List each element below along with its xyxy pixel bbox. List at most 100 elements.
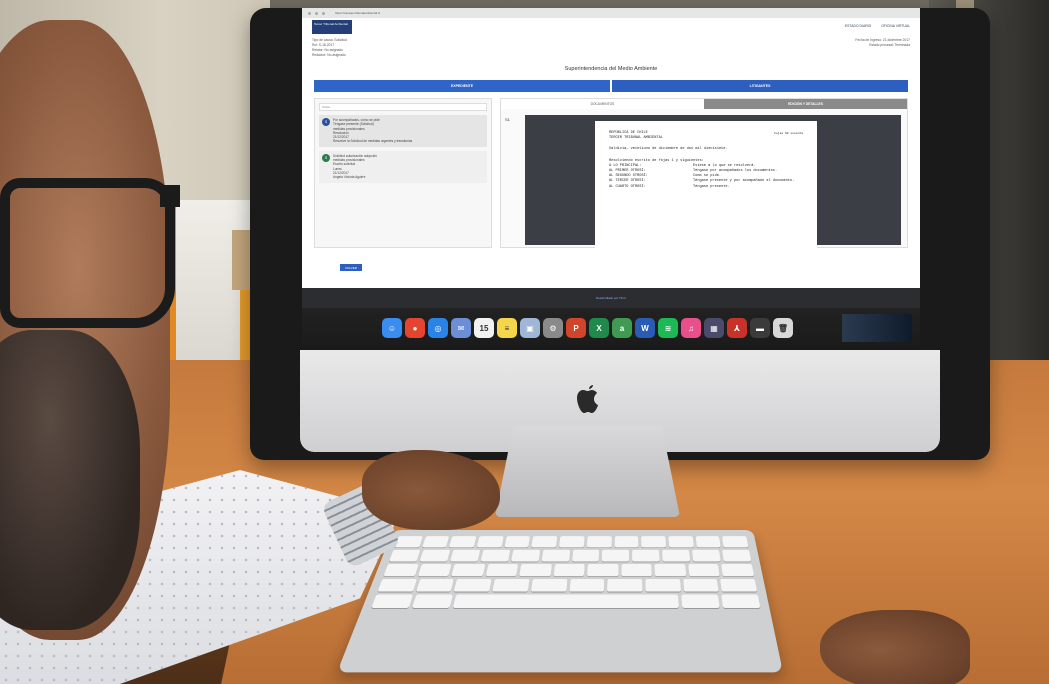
preview-icon[interactable]: ▣ bbox=[520, 318, 540, 338]
spotify-icon[interactable]: ≋ bbox=[658, 318, 678, 338]
key[interactable] bbox=[377, 578, 417, 592]
key[interactable] bbox=[587, 564, 619, 577]
main-tabs: EXPEDIENTE LITIGANTES bbox=[314, 80, 908, 92]
window-close-icon[interactable] bbox=[308, 11, 311, 15]
case-status: Fecha de Ingreso: 21 diciembre 2017 Esta… bbox=[855, 38, 910, 48]
trash-icon[interactable]: 🗑 bbox=[773, 318, 793, 338]
right-hand bbox=[820, 610, 970, 684]
key[interactable] bbox=[449, 549, 481, 562]
chrome-icon[interactable]: ● bbox=[405, 318, 425, 338]
estado-diario-link[interactable]: ESTADO DIARIO bbox=[845, 24, 871, 28]
key[interactable] bbox=[383, 564, 419, 577]
key[interactable] bbox=[682, 578, 719, 592]
key-row bbox=[394, 536, 749, 548]
powerpoint-icon[interactable]: P bbox=[566, 318, 586, 338]
key[interactable] bbox=[559, 536, 585, 548]
tribunal-logo[interactable]: Tercer Tribunal Ambiental bbox=[312, 20, 352, 34]
tab-expediente[interactable]: EXPEDIENTE bbox=[314, 80, 610, 92]
back-button[interactable]: VOLVER bbox=[340, 264, 362, 271]
key[interactable] bbox=[720, 594, 761, 608]
key[interactable] bbox=[641, 536, 666, 548]
key[interactable] bbox=[668, 536, 694, 548]
key[interactable] bbox=[394, 536, 423, 548]
folder-icon[interactable]: ▬ bbox=[750, 318, 770, 338]
itunes-icon[interactable]: ♫ bbox=[681, 318, 701, 338]
filter-select[interactable]: Todos bbox=[319, 103, 487, 111]
macos-dock: ☺ ● ◎ ✉ 15 ≡ ▣ ⚙ P Xa W ≋ ♫ ▦ ⅄ ▬ 🗑 bbox=[382, 315, 793, 341]
list-item[interactable]: S Por acompañados, como se pide Téngase … bbox=[319, 115, 487, 147]
key[interactable] bbox=[510, 549, 540, 562]
monitor-screen: https://causas.tribunalambiental.cl Terc… bbox=[302, 8, 920, 350]
key[interactable] bbox=[519, 564, 552, 577]
notes-icon[interactable]: ≡ bbox=[497, 318, 517, 338]
excel-icon[interactable]: X bbox=[589, 318, 609, 338]
key[interactable] bbox=[412, 594, 454, 608]
window-zoom-icon[interactable] bbox=[322, 11, 325, 15]
key[interactable] bbox=[695, 536, 721, 548]
tab-edicion-detalles[interactable]: EDICIÓN Y DETALLES bbox=[704, 99, 907, 109]
pdf-viewer[interactable]: REPÚBLICA DE CHILE TERCER TRIBUNAL AMBIE… bbox=[525, 115, 901, 253]
key[interactable] bbox=[553, 564, 585, 577]
key[interactable] bbox=[586, 536, 612, 548]
key[interactable] bbox=[504, 536, 531, 548]
key[interactable] bbox=[722, 549, 752, 562]
key[interactable] bbox=[607, 578, 643, 592]
case-viewer-app: Tercer Tribunal Ambiental ESTADO DIARIO … bbox=[302, 18, 920, 308]
acrobat-icon[interactable]: ⅄ bbox=[727, 318, 747, 338]
key[interactable] bbox=[476, 536, 504, 548]
key[interactable] bbox=[449, 536, 477, 548]
key[interactable] bbox=[531, 536, 558, 548]
key[interactable] bbox=[662, 549, 691, 562]
key[interactable] bbox=[645, 578, 681, 592]
archive-icon[interactable]: a bbox=[612, 318, 632, 338]
key[interactable] bbox=[417, 564, 452, 577]
key[interactable] bbox=[451, 564, 485, 577]
window-minimize-icon[interactable] bbox=[315, 11, 318, 15]
page-title: Superintendencia del Medio Ambiente bbox=[564, 66, 658, 72]
tab-documentos[interactable]: DOCUMENTOS bbox=[501, 99, 704, 109]
key[interactable] bbox=[569, 578, 605, 592]
key[interactable] bbox=[654, 564, 687, 577]
key[interactable] bbox=[632, 549, 660, 562]
oficina-virtual-link[interactable]: OFICINA VIRTUAL bbox=[881, 24, 910, 28]
space-key[interactable] bbox=[453, 594, 679, 608]
key[interactable] bbox=[419, 549, 451, 562]
key[interactable] bbox=[688, 564, 721, 577]
eyeglasses bbox=[0, 178, 175, 328]
eyeglasses-temple bbox=[160, 185, 180, 207]
doc-row-label: AL CUARTO OTROSÍ: bbox=[609, 184, 646, 189]
key[interactable] bbox=[720, 578, 758, 592]
document-file-icon[interactable]: S1 bbox=[505, 117, 510, 122]
keyboard[interactable] bbox=[337, 530, 784, 673]
key[interactable] bbox=[680, 594, 720, 608]
mail-icon[interactable]: ✉ bbox=[451, 318, 471, 338]
key[interactable] bbox=[602, 549, 630, 562]
list-item[interactable]: S Solicitud autorización adopción medida… bbox=[319, 150, 487, 183]
key[interactable] bbox=[454, 578, 492, 592]
word-icon[interactable]: W bbox=[635, 318, 655, 338]
key[interactable] bbox=[480, 549, 510, 562]
tab-litigantes[interactable]: LITIGANTES bbox=[612, 80, 908, 92]
key[interactable] bbox=[722, 536, 749, 548]
person-beard bbox=[0, 330, 140, 630]
finder-icon[interactable]: ☺ bbox=[382, 318, 402, 338]
key[interactable] bbox=[621, 564, 653, 577]
key[interactable] bbox=[415, 578, 455, 592]
entry-badge: S bbox=[322, 153, 330, 162]
key[interactable] bbox=[492, 578, 530, 592]
key[interactable] bbox=[485, 564, 519, 577]
safari-icon[interactable]: ◎ bbox=[428, 318, 448, 338]
key[interactable] bbox=[541, 549, 570, 562]
key[interactable] bbox=[721, 564, 755, 577]
photo-booth-icon[interactable]: ▦ bbox=[704, 318, 724, 338]
key[interactable] bbox=[421, 536, 450, 548]
key[interactable] bbox=[692, 549, 721, 562]
key[interactable] bbox=[389, 549, 421, 562]
key[interactable] bbox=[614, 536, 639, 548]
key[interactable] bbox=[371, 594, 414, 608]
address-bar[interactable]: https://causas.tribunalambiental.cl bbox=[335, 11, 380, 15]
calendar-icon[interactable]: 15 bbox=[474, 318, 494, 338]
key[interactable] bbox=[571, 549, 600, 562]
system-preferences-icon[interactable]: ⚙ bbox=[543, 318, 563, 338]
key[interactable] bbox=[530, 578, 567, 592]
